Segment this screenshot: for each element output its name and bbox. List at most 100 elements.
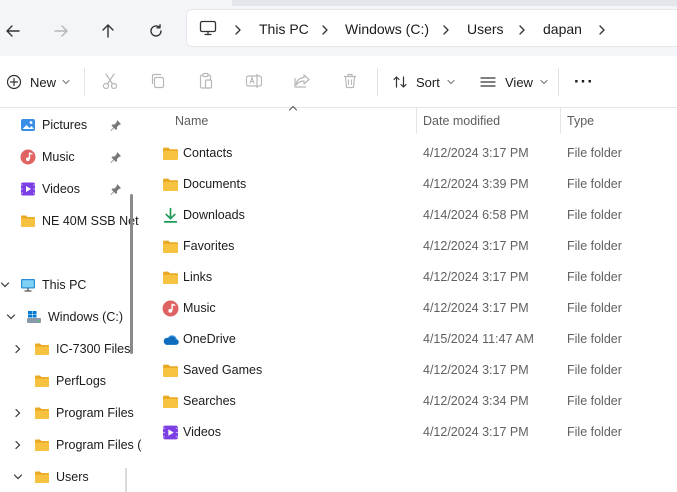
file-date-modified: 4/12/2024 3:17 PM bbox=[423, 239, 529, 253]
file-name: Favorites bbox=[183, 239, 235, 253]
sidebar-item-videos[interactable]: Videos bbox=[20, 175, 80, 203]
sidebar-scrollbar-thumb[interactable] bbox=[130, 194, 133, 354]
file-name: Saved Games bbox=[183, 363, 263, 377]
file-list: Name Date modified Type Contacts 4/12/202… bbox=[142, 105, 677, 492]
file-row-documents[interactable]: Documents 4/12/2024 3:39 PM File folder bbox=[142, 169, 677, 200]
chevron-right-icon[interactable] bbox=[597, 24, 607, 36]
sidebar-label: PerfLogs bbox=[56, 374, 107, 388]
up-arrow-icon bbox=[102, 24, 114, 38]
file-row-saved-games[interactable]: Saved Games 4/12/2024 3:17 PM File folder bbox=[142, 355, 677, 386]
chevron-right-icon[interactable] bbox=[320, 24, 330, 36]
sidebar-item-windows-c[interactable]: Windows (C:) bbox=[26, 303, 123, 331]
column-divider[interactable] bbox=[416, 108, 417, 134]
sidebar-item-perflogs[interactable]: PerfLogs bbox=[34, 367, 106, 395]
up-button[interactable] bbox=[97, 20, 119, 42]
chevron-right-icon[interactable] bbox=[13, 408, 23, 418]
file-row-videos[interactable]: Videos 4/12/2024 3:17 PM File folder bbox=[142, 417, 677, 448]
folder-icon bbox=[163, 178, 178, 191]
back-button[interactable] bbox=[2, 20, 24, 42]
sidebar-scrollbar-track[interactable] bbox=[125, 468, 127, 492]
file-name: Videos bbox=[183, 425, 221, 439]
sidebar-item-pictures[interactable]: Pictures bbox=[20, 111, 87, 139]
refresh-button[interactable] bbox=[145, 20, 167, 42]
column-header-type[interactable]: Type bbox=[567, 114, 594, 128]
refresh-icon bbox=[150, 24, 162, 37]
chevron-down-icon[interactable] bbox=[13, 472, 23, 482]
pin-icon[interactable] bbox=[110, 183, 122, 195]
sidebar-item-users[interactable]: Users bbox=[34, 463, 89, 491]
paste-icon[interactable] bbox=[196, 71, 216, 91]
file-row-music[interactable]: Music 4/12/2024 3:17 PM File folder bbox=[142, 293, 677, 324]
sidebar-item-ic-7300-files[interactable]: IC-7300 Files bbox=[34, 335, 130, 363]
column-header-date-modified[interactable]: Date modified bbox=[423, 114, 500, 128]
music-icon bbox=[162, 300, 179, 317]
file-row-contacts[interactable]: Contacts 4/12/2024 3:17 PM File folder bbox=[142, 138, 677, 169]
chevron-right-icon[interactable] bbox=[13, 440, 23, 450]
forward-button[interactable] bbox=[50, 20, 72, 42]
column-divider[interactable] bbox=[560, 108, 561, 134]
copy-icon[interactable] bbox=[148, 71, 168, 91]
chevron-down-icon[interactable] bbox=[0, 280, 10, 290]
view-button[interactable]: View bbox=[479, 70, 548, 94]
file-row-searches[interactable]: Searches 4/12/2024 3:34 PM File folder bbox=[142, 386, 677, 417]
file-name: Documents bbox=[183, 177, 247, 191]
sidebar-label: Videos bbox=[42, 182, 80, 196]
file-row-links[interactable]: Links 4/12/2024 3:17 PM File folder bbox=[142, 262, 677, 293]
file-name: OneDrive bbox=[183, 332, 236, 346]
folder-icon bbox=[163, 147, 178, 160]
drive-icon bbox=[27, 311, 41, 323]
file-date-modified: 4/12/2024 3:17 PM bbox=[423, 363, 529, 377]
cut-icon[interactable] bbox=[100, 71, 120, 91]
file-name: Downloads bbox=[183, 208, 245, 222]
pin-icon[interactable] bbox=[110, 119, 122, 131]
more-options-button[interactable]: ··· bbox=[574, 70, 594, 94]
file-type: File folder bbox=[567, 239, 622, 253]
folder-icon bbox=[21, 215, 35, 227]
sidebar-item-program-files-x86[interactable]: Program Files (x86) bbox=[34, 431, 142, 459]
navigation-pane: Pictures Music Videos NE 40M SSB Net Thi… bbox=[0, 108, 142, 492]
sort-ascending-icon bbox=[288, 105, 298, 111]
file-row-favorites[interactable]: Favorites 4/12/2024 3:17 PM File folder bbox=[142, 231, 677, 262]
breadcrumb-dapan[interactable]: dapan bbox=[543, 21, 582, 37]
new-button[interactable]: New bbox=[6, 70, 70, 94]
file-row-onedrive[interactable]: OneDrive 4/15/2024 11:47 AM File folder bbox=[142, 324, 677, 355]
chevron-down-icon[interactable] bbox=[6, 312, 16, 322]
file-type: File folder bbox=[567, 394, 622, 408]
file-name: Searches bbox=[183, 394, 236, 408]
sort-button[interactable]: Sort bbox=[392, 70, 455, 94]
pin-icon[interactable] bbox=[110, 151, 122, 163]
back-arrow-icon bbox=[6, 25, 20, 37]
folder-icon bbox=[35, 375, 49, 387]
chevron-right-icon[interactable] bbox=[13, 344, 23, 354]
delete-icon[interactable] bbox=[340, 71, 360, 91]
breadcrumb-users[interactable]: Users bbox=[467, 21, 504, 37]
chevron-right-icon[interactable] bbox=[441, 24, 451, 36]
folder-icon bbox=[163, 271, 178, 284]
sidebar-label: Program Files (x86) bbox=[56, 438, 142, 452]
toolbar-separator bbox=[558, 68, 559, 96]
monitor-icon bbox=[199, 20, 217, 36]
videos-icon bbox=[21, 182, 35, 196]
sidebar-item-this-pc[interactable]: This PC bbox=[20, 271, 86, 299]
breadcrumb-windows-c[interactable]: Windows (C:) bbox=[345, 21, 429, 37]
file-type: File folder bbox=[567, 301, 622, 315]
file-row-downloads[interactable]: Downloads 4/14/2024 6:58 PM File folder bbox=[142, 200, 677, 231]
breadcrumb-this-pc[interactable]: This PC bbox=[259, 21, 309, 37]
address-bar[interactable]: This PC Windows (C:) Users dapan bbox=[186, 9, 677, 47]
column-header-name[interactable]: Name bbox=[175, 114, 208, 128]
chevron-right-icon[interactable] bbox=[233, 24, 243, 36]
share-icon[interactable] bbox=[292, 71, 312, 91]
rename-icon[interactable] bbox=[244, 71, 264, 91]
monitor-icon bbox=[21, 279, 35, 292]
plus-circle-icon bbox=[6, 74, 22, 90]
file-type: File folder bbox=[567, 177, 622, 191]
sidebar-item-ne-40m-ssb-net[interactable]: NE 40M SSB Net bbox=[20, 207, 139, 235]
tab-strip-edge bbox=[232, 0, 677, 6]
sidebar-label: Music bbox=[42, 150, 75, 164]
chevron-right-icon[interactable] bbox=[517, 24, 527, 36]
sidebar-item-program-files[interactable]: Program Files bbox=[34, 399, 134, 427]
command-bar: New Sort View ··· bbox=[0, 56, 677, 108]
sidebar-item-music[interactable]: Music bbox=[20, 143, 75, 171]
folder-icon bbox=[163, 240, 178, 253]
folder-icon bbox=[35, 407, 49, 419]
